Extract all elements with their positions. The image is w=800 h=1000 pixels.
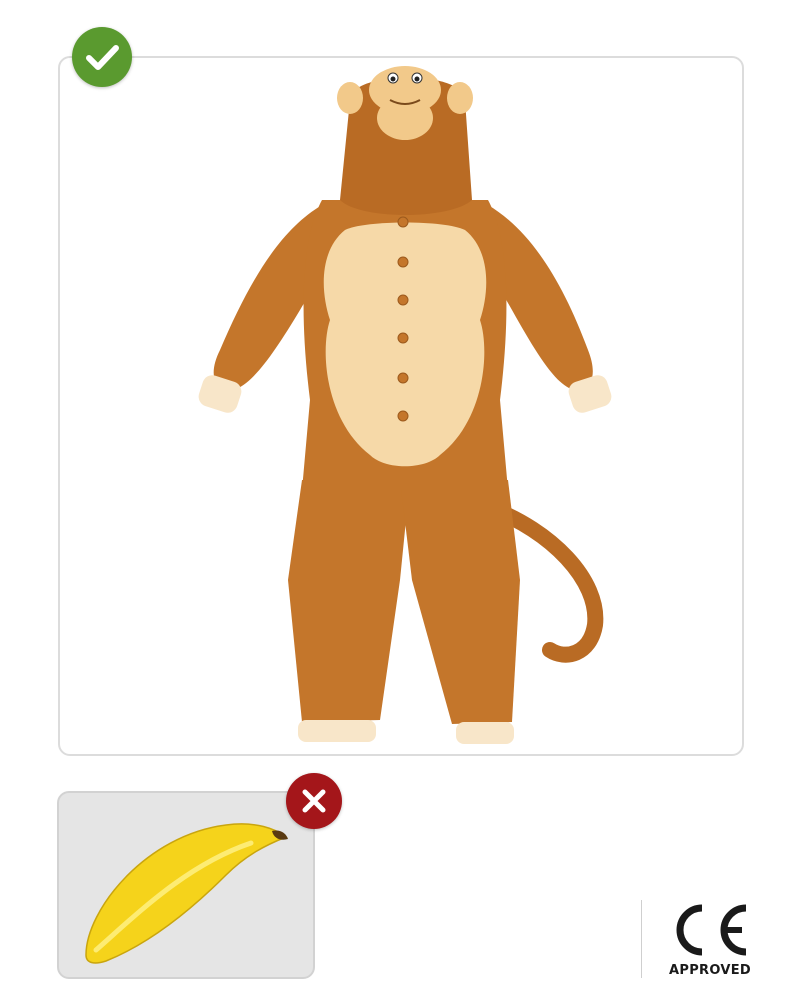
close-icon: [286, 773, 342, 829]
banana-image: [76, 815, 296, 970]
check-icon: [72, 27, 132, 87]
monkey-costume-image: [190, 60, 620, 755]
certification-label: APPROVED: [669, 963, 751, 978]
divider: [641, 900, 642, 978]
ce-mark-logo: [666, 900, 750, 965]
